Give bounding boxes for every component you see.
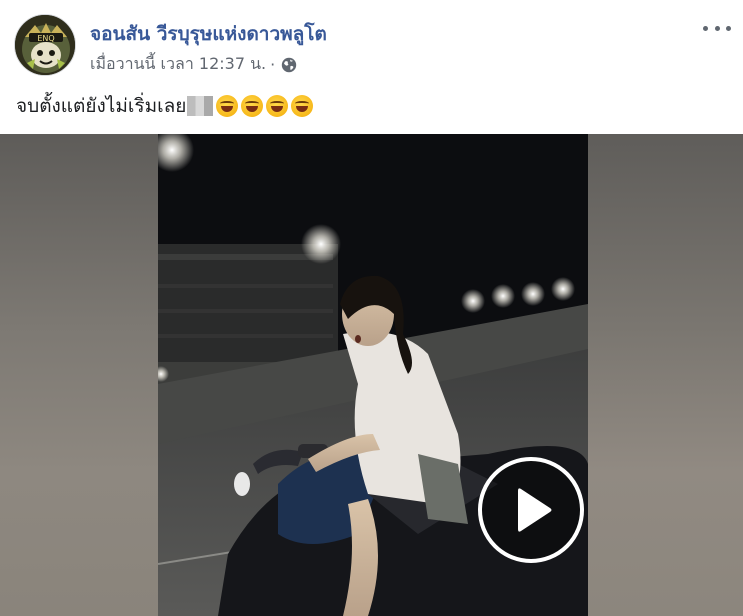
more-dot (714, 25, 720, 31)
post-header: ENQ จอนสัน วีรบุรุษแห่งดาวพลูโต เมื่อวาน… (0, 0, 743, 86)
laughing-emoji-icon (216, 95, 239, 117)
more-dot (703, 25, 708, 31)
author-name-link[interactable]: จอนสัน วีรบุรุษแห่งดาวพลูโต (90, 19, 327, 49)
meta-separator: · (270, 55, 276, 74)
video-player[interactable] (0, 134, 743, 616)
video-thumbnail[interactable] (158, 134, 588, 616)
video-blur-background-right (588, 134, 743, 616)
author-avatar[interactable]: ENQ (14, 14, 76, 76)
play-icon (518, 488, 552, 532)
laughing-emoji-icon (291, 95, 314, 117)
more-dot (726, 25, 731, 31)
post-meta: เมื่อวานนี้ เวลา 12:37 น. · (90, 52, 297, 77)
play-button[interactable] (478, 457, 584, 563)
post-timestamp[interactable]: เมื่อวานนี้ เวลา 12:37 น. (90, 52, 266, 77)
svg-text:ENQ: ENQ (37, 34, 54, 43)
globe-icon[interactable] (281, 57, 297, 73)
censored-blur (187, 96, 214, 116)
laughing-emoji-icon (241, 95, 264, 117)
laughing-emoji-icon (266, 95, 289, 117)
more-options-icon[interactable] (703, 18, 731, 38)
post-text-content: จบตั้งแต่ยังไม่เริ่มเลย (16, 95, 187, 117)
feed-post: ENQ จอนสัน วีรบุรุษแห่งดาวพลูโต เมื่อวาน… (0, 0, 743, 616)
post-text: จบตั้งแต่ยังไม่เริ่มเลย (16, 91, 314, 121)
video-blur-background-left (0, 134, 158, 616)
